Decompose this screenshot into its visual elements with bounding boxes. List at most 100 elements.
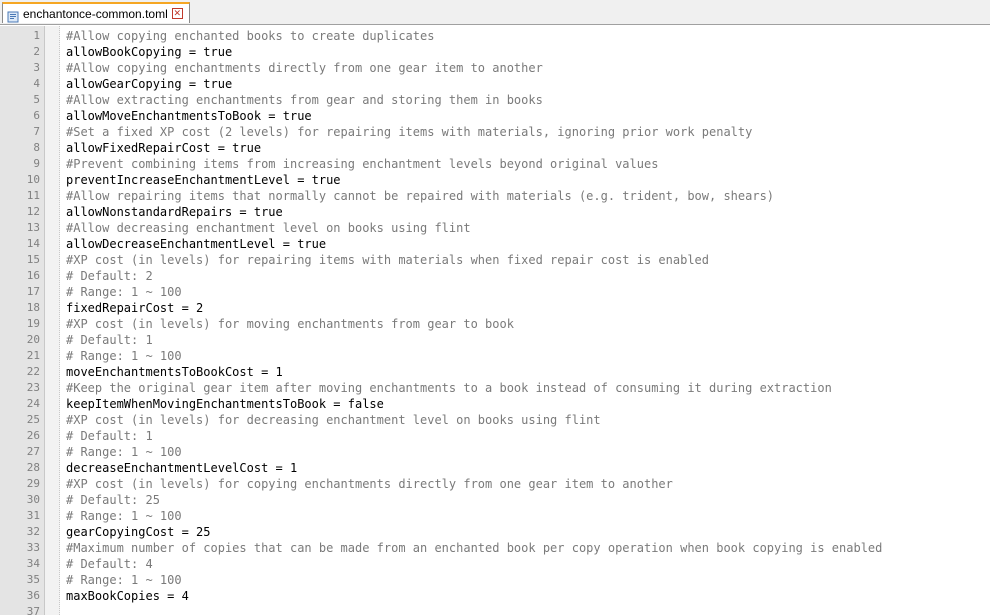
code-line[interactable]: 29 #XP cost (in levels) for copying encha… — [0, 476, 990, 492]
code-line[interactable]: 23 #Keep the original gear item after mov… — [0, 380, 990, 396]
code-line[interactable]: 15 #XP cost (in levels) for repairing ite… — [0, 252, 990, 268]
comment-text: #XP cost (in levels) for copying enchant… — [66, 477, 673, 491]
comment-text: # Range: 1 ~ 100 — [66, 445, 182, 459]
comment-text: #XP cost (in levels) for moving enchantm… — [66, 317, 514, 331]
tab-bar: enchantonce-common.toml ✕ — [0, 0, 990, 25]
config-text: allowDecreaseEnchantmentLevel = true — [66, 237, 327, 251]
config-text: moveEnchantmentsToBookCost = 1 — [66, 365, 283, 379]
line-number: 35 — [26, 573, 40, 586]
line-number: 4 — [33, 77, 40, 90]
editor[interactable]: 1 #Allow copying enchanted books to creat… — [0, 26, 990, 615]
code-line[interactable]: 9 #Prevent combining items from increasin… — [0, 156, 990, 172]
code-line[interactable]: 33 #Maximum number of copies that can be … — [0, 540, 990, 556]
line-number: 9 — [33, 157, 40, 170]
code-line[interactable]: 1 #Allow copying enchanted books to creat… — [0, 28, 990, 44]
code-line[interactable]: 36 maxBookCopies = 4 — [0, 588, 990, 604]
config-text: allowGearCopying = true — [66, 77, 233, 91]
comment-text: #XP cost (in levels) for decreasing ench… — [66, 413, 601, 427]
line-number: 11 — [26, 189, 40, 202]
code-line[interactable]: 19 #XP cost (in levels) for moving enchan… — [0, 316, 990, 332]
config-text: gearCopyingCost = 25 — [66, 525, 211, 539]
code-line[interactable]: 27 # Range: 1 ~ 100 — [0, 444, 990, 460]
line-number: 33 — [26, 541, 40, 554]
code-line[interactable]: 13 #Allow decreasing enchantment level on… — [0, 220, 990, 236]
config-text: allowMoveEnchantmentsToBook = true — [66, 109, 312, 123]
code-line[interactable]: 12 allowNonstandardRepairs = true — [0, 204, 990, 220]
line-number: 1 — [33, 29, 40, 42]
code-line[interactable]: 22 moveEnchantmentsToBookCost = 1 — [0, 364, 990, 380]
code-line[interactable]: 30 # Default: 25 — [0, 492, 990, 508]
comment-text: #Allow extracting enchantments from gear… — [66, 93, 543, 107]
code-line[interactable]: 20 # Default: 1 — [0, 332, 990, 348]
code-line[interactable]: 24 keepItemWhenMovingEnchantmentsToBook =… — [0, 396, 990, 412]
comment-text: #Allow decreasing enchantment level on b… — [66, 221, 471, 235]
line-number: 6 — [33, 109, 40, 122]
line-number: 34 — [26, 557, 40, 570]
code-line[interactable]: 25 #XP cost (in levels) for decreasing en… — [0, 412, 990, 428]
comment-text: #Keep the original gear item after movin… — [66, 381, 832, 395]
comment-text: # Default: 25 — [66, 493, 160, 507]
comment-text: # Range: 1 ~ 100 — [66, 573, 182, 587]
line-number: 29 — [26, 477, 40, 490]
line-number: 10 — [26, 173, 40, 186]
code-line[interactable]: 8 allowFixedRepairCost = true — [0, 140, 990, 156]
config-text: decreaseEnchantmentLevelCost = 1 — [66, 461, 298, 475]
code-line[interactable]: 14 allowDecreaseEnchantmentLevel = true — [0, 236, 990, 252]
code-line[interactable]: 28 decreaseEnchantmentLevelCost = 1 — [0, 460, 990, 476]
code-line[interactable]: 32 gearCopyingCost = 25 — [0, 524, 990, 540]
line-number: 8 — [33, 141, 40, 154]
code-line[interactable]: 6 allowMoveEnchantmentsToBook = true — [0, 108, 990, 124]
config-text: keepItemWhenMovingEnchantmentsToBook = f… — [66, 397, 384, 411]
line-number: 27 — [26, 445, 40, 458]
config-text: preventIncreaseEnchantmentLevel = true — [66, 173, 341, 187]
code-line[interactable]: 7 #Set a fixed XP cost (2 levels) for rep… — [0, 124, 990, 140]
code-line[interactable]: 11 #Allow repairing items that normally c… — [0, 188, 990, 204]
comment-text: #Set a fixed XP cost (2 levels) for repa… — [66, 125, 753, 139]
comment-text: # Default: 1 — [66, 333, 153, 347]
code-line[interactable]: 34 # Default: 4 — [0, 556, 990, 572]
comment-text: # Range: 1 ~ 100 — [66, 509, 182, 523]
config-text: allowFixedRepairCost = true — [66, 141, 262, 155]
code-line[interactable]: 4 allowGearCopying = true — [0, 76, 990, 92]
code-line[interactable]: 35 # Range: 1 ~ 100 — [0, 572, 990, 588]
line-number: 37 — [26, 605, 40, 615]
comment-text: #Allow copying enchantments directly fro… — [66, 61, 543, 75]
code-line[interactable]: 31 # Range: 1 ~ 100 — [0, 508, 990, 524]
code-line[interactable]: 10 preventIncreaseEnchantmentLevel = true — [0, 172, 990, 188]
line-number: 28 — [26, 461, 40, 474]
comment-text: #XP cost (in levels) for repairing items… — [66, 253, 709, 267]
config-text: allowNonstandardRepairs = true — [66, 205, 283, 219]
comment-text: # Default: 2 — [66, 269, 153, 283]
line-number: 2 — [33, 45, 40, 58]
tab-enchantonce-common[interactable]: enchantonce-common.toml ✕ — [2, 2, 190, 23]
close-icon[interactable]: ✕ — [171, 8, 183, 19]
code-lines: 1 #Allow copying enchanted books to creat… — [0, 28, 990, 615]
code-line[interactable]: 2 allowBookCopying = true — [0, 44, 990, 60]
line-number: 18 — [26, 301, 40, 314]
line-number: 25 — [26, 413, 40, 426]
line-number: 30 — [26, 493, 40, 506]
code-line[interactable]: 37 — [0, 604, 990, 615]
line-number: 12 — [26, 205, 40, 218]
comment-text: # Range: 1 ~ 100 — [66, 349, 182, 363]
code-line[interactable]: 17 # Range: 1 ~ 100 — [0, 284, 990, 300]
code-line[interactable]: 18 fixedRepairCost = 2 — [0, 300, 990, 316]
tab-label: enchantonce-common.toml — [23, 6, 168, 21]
line-number: 24 — [26, 397, 40, 410]
code-line[interactable]: 16 # Default: 2 — [0, 268, 990, 284]
code-line[interactable]: 21 # Range: 1 ~ 100 — [0, 348, 990, 364]
line-number: 14 — [26, 237, 40, 250]
line-number: 17 — [26, 285, 40, 298]
line-number: 16 — [26, 269, 40, 282]
code-line[interactable]: 5 #Allow extracting enchantments from gea… — [0, 92, 990, 108]
code-line[interactable]: 26 # Default: 1 — [0, 428, 990, 444]
config-text: allowBookCopying = true — [66, 45, 233, 59]
line-number: 3 — [33, 61, 40, 74]
line-number: 13 — [26, 221, 40, 234]
comment-text: #Allow copying enchanted books to create… — [66, 29, 435, 43]
config-text: fixedRepairCost = 2 — [66, 301, 204, 315]
line-number: 15 — [26, 253, 40, 266]
code-line[interactable]: 3 #Allow copying enchantments directly fr… — [0, 60, 990, 76]
comment-text: #Maximum number of copies that can be ma… — [66, 541, 883, 555]
comment-text: # Range: 1 ~ 100 — [66, 285, 182, 299]
